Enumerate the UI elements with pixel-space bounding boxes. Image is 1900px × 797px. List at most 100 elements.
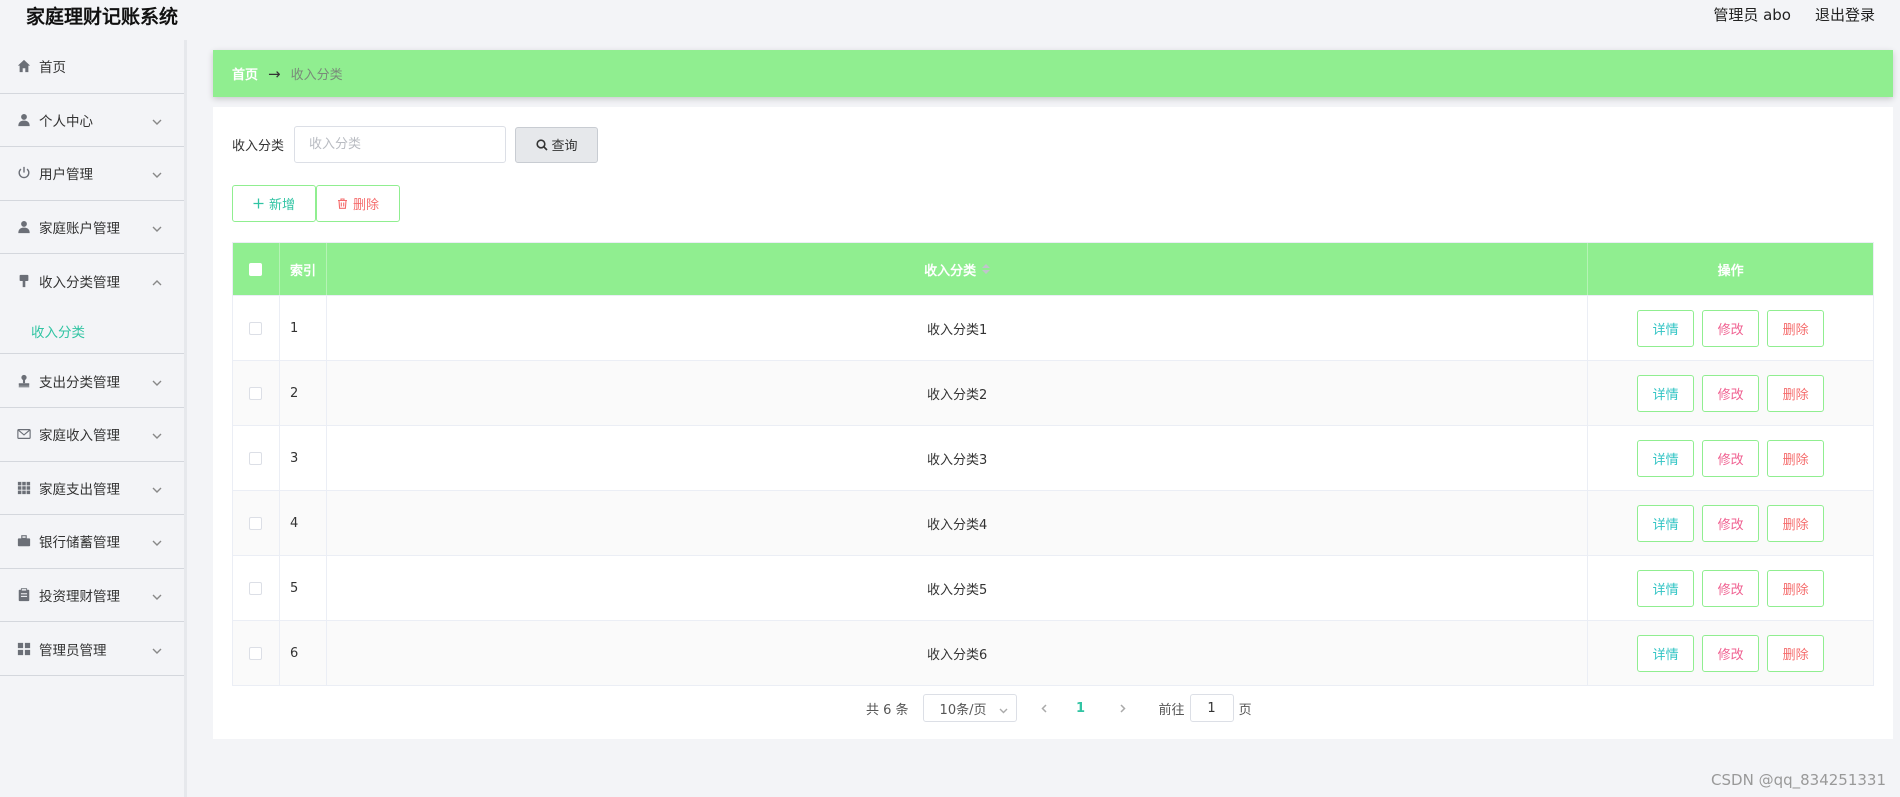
grid-icon [17, 481, 31, 495]
main-panel: 收入分类 查询 新增 删除 索引 收入分类 操作 1收入分类1详情修改删除2收入… [213, 107, 1893, 739]
user-area: 管理员 abo 退出登录 [1713, 4, 1875, 25]
row-actions: 详情 修改 删除 [1588, 426, 1873, 490]
edit-button[interactable]: 修改 [1702, 374, 1760, 412]
action-bar: 新增 删除 [232, 185, 400, 222]
row-select-cell [233, 621, 280, 685]
search-button[interactable]: 查询 [515, 126, 599, 163]
row-index: 4 [280, 491, 327, 555]
search-input[interactable] [294, 126, 507, 163]
select-all-checkbox[interactable] [249, 262, 263, 276]
search-label: 收入分类 [232, 139, 285, 154]
detail-button[interactable]: 详情 [1637, 504, 1695, 542]
chevron-down-icon [152, 429, 162, 440]
row-index: 5 [280, 556, 327, 620]
add-button[interactable]: 新增 [232, 185, 316, 222]
search-icon [535, 138, 548, 151]
row-select-cell [233, 296, 280, 360]
row-select-cell [233, 361, 280, 425]
row-checkbox[interactable] [249, 646, 263, 660]
sidebar-item-family-income[interactable]: 家庭收入管理 [0, 408, 184, 462]
chevron-up-icon [152, 276, 162, 286]
sidebar-item-home[interactable]: 首页 [0, 40, 184, 94]
edit-button[interactable]: 修改 [1702, 439, 1760, 477]
row-actions: 详情 修改 删除 [1588, 361, 1873, 425]
row-category-name: 收入分类4 [327, 491, 1589, 555]
mail-icon [17, 427, 31, 441]
column-header-name[interactable]: 收入分类 [327, 243, 1589, 295]
sidebar-item-family-expense[interactable]: 家庭支出管理 [0, 462, 184, 516]
page-size-select[interactable]: 10条/页 [922, 694, 1017, 722]
sidebar-item-admin[interactable]: 管理员管理 [0, 622, 184, 676]
chevron-down-icon [152, 222, 162, 233]
row-index: 6 [280, 621, 327, 685]
row-select-cell [233, 556, 280, 620]
detail-button[interactable]: 详情 [1637, 439, 1695, 477]
row-checkbox[interactable] [249, 581, 263, 595]
row-category-name: 收入分类6 [327, 621, 1589, 685]
detail-button[interactable]: 详情 [1637, 374, 1695, 412]
user-label[interactable]: 管理员 abo [1713, 4, 1791, 25]
chevron-down-icon [152, 590, 162, 601]
brush-icon [17, 274, 31, 288]
row-actions: 详情 修改 删除 [1588, 296, 1873, 360]
edit-button[interactable]: 修改 [1702, 634, 1760, 672]
sidebar-item-label: 家庭收入管理 [39, 428, 120, 445]
delete-button[interactable]: 删除 [1767, 439, 1825, 477]
plus-icon [253, 198, 264, 209]
edit-button[interactable]: 修改 [1702, 504, 1760, 542]
pagination-total: 共 6 条 [866, 702, 909, 718]
row-actions: 详情 修改 删除 [1588, 491, 1873, 555]
row-actions: 详情 修改 删除 [1588, 621, 1873, 685]
sidebar-item-bank-savings[interactable]: 银行储蓄管理 [0, 515, 184, 569]
sidebar-item-family-account[interactable]: 家庭账户管理 [0, 201, 184, 255]
row-index: 3 [280, 426, 327, 490]
apps-icon [17, 642, 31, 656]
edit-button[interactable]: 修改 [1702, 569, 1760, 607]
goto-page-input[interactable] [1189, 694, 1234, 722]
person-icon [17, 220, 31, 234]
sidebar-item-expense-category[interactable]: 支出分类管理 [0, 354, 184, 408]
sidebar-item-label: 用户管理 [39, 167, 93, 184]
sort-icon[interactable] [982, 264, 991, 274]
breadcrumb-home[interactable]: 首页 [232, 64, 258, 83]
sidebar-item-investment[interactable]: 投资理财管理 [0, 569, 184, 623]
detail-button[interactable]: 详情 [1637, 309, 1695, 347]
detail-button[interactable]: 详情 [1637, 569, 1695, 607]
table-row: 1 收入分类1 详情 修改 删除 [233, 295, 1873, 360]
delete-button[interactable]: 删除 [1767, 504, 1825, 542]
sidebar-subitem-income-category[interactable]: 收入分类 [0, 308, 184, 354]
batch-delete-button[interactable]: 删除 [316, 185, 400, 222]
stamp-icon [17, 374, 31, 388]
delete-button[interactable]: 删除 [1767, 634, 1825, 672]
power-icon [17, 166, 31, 180]
row-checkbox[interactable] [249, 386, 263, 400]
chevron-left-icon [1041, 703, 1047, 713]
delete-button[interactable]: 删除 [1767, 569, 1825, 607]
sidebar-item-income-category[interactable]: 收入分类管理 [0, 254, 184, 308]
delete-button[interactable]: 删除 [1767, 309, 1825, 347]
row-checkbox[interactable] [249, 516, 263, 530]
briefcase-icon [17, 534, 31, 548]
edit-button[interactable]: 修改 [1702, 309, 1760, 347]
table-body: 1 收入分类1 详情 修改 删除 2 收入分类2 详情 修改 删除 3 收入分类3 详情 修改 删除 4 收入分… [233, 295, 1873, 685]
page-number-current[interactable]: 1 [1067, 701, 1095, 716]
prev-page-button[interactable] [1031, 703, 1059, 713]
chevron-down-icon [152, 376, 162, 386]
detail-button[interactable]: 详情 [1637, 634, 1695, 672]
sidebar-item-label: 首页 [39, 60, 66, 77]
search-bar: 收入分类 查询 [232, 126, 599, 163]
delete-button[interactable]: 删除 [1767, 374, 1825, 412]
sidebar-item-users[interactable]: 用户管理 [0, 147, 184, 201]
add-button-label: 新增 [268, 198, 295, 213]
sidebar-item-profile[interactable]: 个人中心 [0, 94, 184, 148]
row-actions: 详情 修改 删除 [1588, 556, 1873, 620]
sidebar-item-label: 投资理财管理 [39, 589, 120, 606]
row-checkbox[interactable] [249, 451, 263, 465]
row-category-name: 收入分类1 [327, 296, 1589, 360]
row-checkbox[interactable] [249, 321, 263, 335]
sidebar-item-label: 家庭支出管理 [39, 481, 120, 498]
chevron-down-icon [999, 704, 1008, 714]
sidebar-item-label: 家庭账户管理 [39, 221, 120, 238]
logout-link[interactable]: 退出登录 [1815, 4, 1875, 25]
next-page-button[interactable] [1109, 703, 1137, 713]
